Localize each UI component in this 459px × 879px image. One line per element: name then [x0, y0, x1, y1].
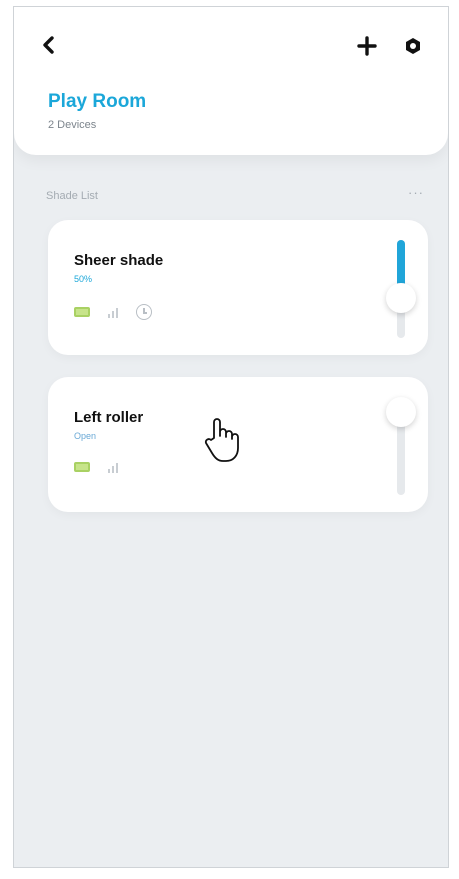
room-title: Play Room — [48, 91, 147, 112]
device-indicators — [74, 461, 118, 473]
device-indicators — [74, 304, 152, 320]
room-header: Play Room 2 Devices — [14, 7, 448, 155]
battery-icon — [74, 307, 90, 317]
roller-level-slider[interactable] — [386, 397, 416, 495]
back-button[interactable] — [36, 33, 60, 57]
add-device-button[interactable] — [354, 33, 380, 59]
slider-thumb[interactable] — [386, 397, 416, 427]
plus-icon — [357, 36, 377, 56]
battery-icon — [74, 462, 90, 472]
slider-fill — [397, 240, 405, 289]
device-name: Sheer shade — [74, 252, 164, 269]
slider-thumb[interactable] — [386, 283, 416, 313]
device-status: Open — [74, 431, 97, 441]
section-label: Shade List — [46, 190, 98, 202]
device-count: 2 Devices — [48, 119, 97, 131]
chevron-left-icon — [43, 36, 54, 54]
signal-icon — [108, 461, 118, 473]
device-status: 50% — [74, 274, 93, 284]
signal-icon — [108, 306, 118, 318]
settings-button[interactable] — [400, 33, 426, 59]
device-name: Left roller — [74, 409, 144, 426]
hand-pointer-cursor-icon — [204, 418, 239, 462]
device-card-sheer-shade[interactable]: Sheer shade 50% — [48, 220, 428, 355]
shade-level-slider[interactable] — [386, 240, 416, 338]
gear-icon — [406, 38, 420, 54]
more-options-button[interactable]: ··· — [408, 185, 424, 200]
clock-icon — [136, 304, 152, 320]
